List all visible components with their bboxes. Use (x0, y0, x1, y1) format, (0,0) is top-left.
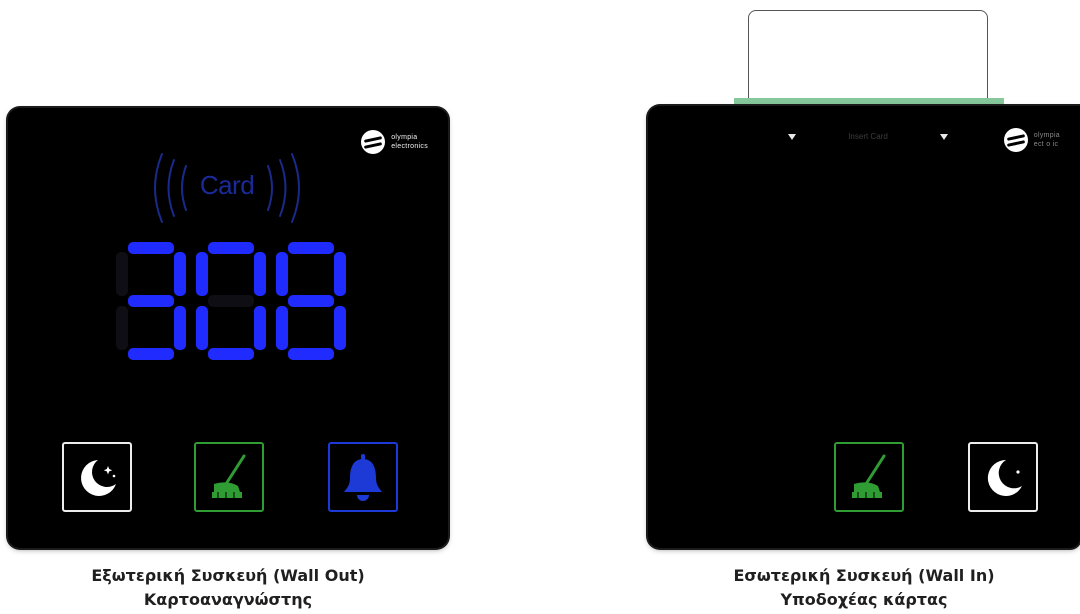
digit-3-segment-g (288, 295, 334, 307)
digit-3-segment-a (288, 242, 334, 254)
digit-3-segment-f (276, 252, 288, 296)
digit-3-segment-e (276, 306, 288, 350)
digit-2-segment-g (208, 295, 254, 307)
wall-in-caption: Εσωτερική Συσκευή (Wall In) Υποδοχέας κά… (648, 564, 1080, 612)
wall-in-subtitle: Υποδοχέας κάρτας (780, 590, 948, 609)
wall-out-caption: Εξωτερική Συσκευή (Wall Out) Καρτοαναγνώ… (8, 564, 448, 612)
digit-2-segment-b (254, 252, 266, 296)
make-up-room-button[interactable] (194, 442, 264, 512)
digit-2-segment-c (254, 306, 266, 350)
arrow-down-icon (939, 133, 948, 140)
brand-logo-icon (1003, 128, 1028, 152)
brand-logo: olympia electronics (361, 130, 428, 154)
digit-1-segment-c (174, 306, 186, 350)
bell-icon (344, 454, 382, 501)
arrow-down-icon (788, 133, 796, 140)
card-slot[interactable] (734, 10, 1004, 108)
wall-in-title: Εσωτερική Συσκευή (Wall In) (733, 566, 995, 585)
digit-2-segment-e (196, 306, 208, 350)
moon-star-icon (987, 459, 1022, 496)
wall-out-subtitle: Καρτοαναγνώστης (143, 590, 313, 609)
doorbell-button[interactable] (328, 442, 398, 512)
brand-line-1: olympia (391, 134, 418, 141)
digit-3-segment-d (288, 348, 334, 360)
digit-2-segment-d (208, 348, 254, 360)
digit-2-segment-a (208, 242, 254, 254)
digit-2-segment-f (196, 252, 208, 296)
do-not-disturb-button[interactable] (62, 442, 132, 512)
wall-in-device: Insert Card olympia ect o ic (648, 106, 1080, 548)
brand-wordmark: olympia ect o ic (1034, 131, 1060, 149)
make-up-room-button[interactable] (834, 442, 904, 512)
brand-line-2: electronics (391, 143, 428, 150)
key-card[interactable] (748, 10, 988, 105)
brand-line-2: ect o ic (1033, 141, 1059, 148)
broom-icon (212, 454, 246, 498)
brand-line-1: olympia (1033, 132, 1060, 139)
wall-out-device: olympia electronics Card (8, 108, 448, 548)
digit-1-segment-g (128, 295, 174, 307)
digit-1-segment-b (174, 252, 186, 296)
room-number-display (116, 242, 346, 360)
digit-1-segment-a (128, 242, 174, 254)
digit-1-segment-e (116, 306, 128, 350)
digit-1-segment-f (116, 252, 128, 296)
card-reader-indicator[interactable]: Card (146, 150, 308, 226)
moon-stars-icon (81, 460, 116, 496)
digit-3-segment-b (334, 252, 346, 296)
digit-3-segment-c (334, 306, 346, 350)
digit-1-segment-d (128, 348, 174, 360)
insert-card-indicator: Insert Card (788, 132, 948, 141)
wall-out-title: Εξωτερική Συσκευή (Wall Out) (91, 566, 365, 585)
brand-wordmark: olympia electronics (391, 133, 428, 151)
broom-icon (852, 454, 886, 498)
brand-logo-icon (361, 130, 386, 154)
do-not-disturb-button[interactable] (968, 442, 1038, 512)
brand-logo: olympia ect o ic (1003, 128, 1060, 152)
card-label: Card (199, 170, 255, 200)
insert-card-label: Insert Card (848, 132, 888, 141)
